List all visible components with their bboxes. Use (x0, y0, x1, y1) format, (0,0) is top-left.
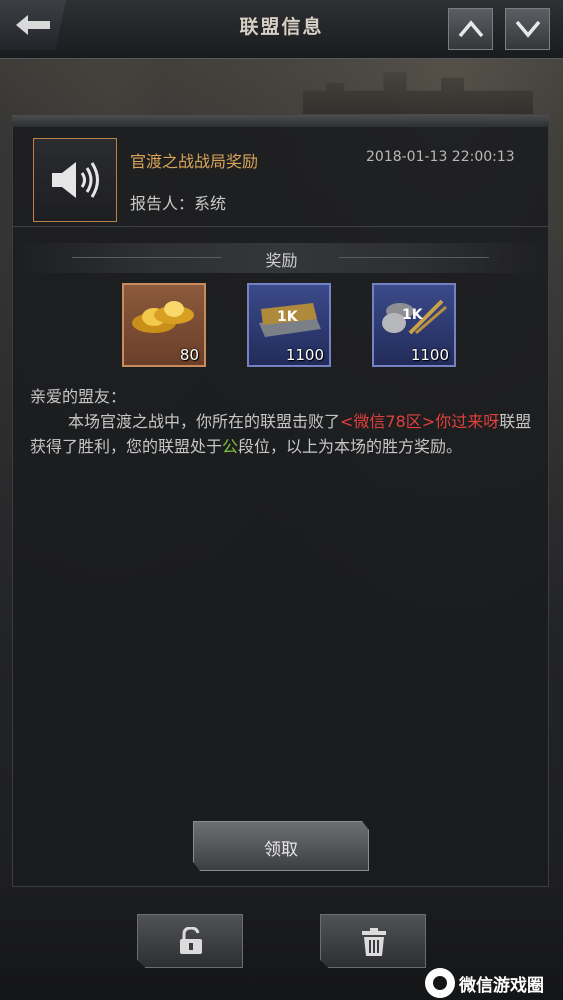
message-part-3: 段位，以上为本场的胜方奖励。 (238, 437, 463, 456)
report-icon-frame (33, 138, 117, 222)
speaker-icon (52, 162, 99, 198)
delete-button[interactable] (320, 914, 426, 968)
greeting: 亲爱的盟友： (30, 387, 127, 406)
rank-label: 公 (222, 437, 239, 456)
reward-item-coin[interactable]: 1K 1100 (372, 283, 456, 367)
watermark-text: 微信游戏圈 (459, 976, 544, 996)
mail-timestamp: 2018-01-13 22:00:13 (366, 149, 515, 165)
mail-body: 亲爱的盟友： 本场官渡之战中，你所在的联盟击败了<微信78区>你过来呀联盟获得了… (30, 384, 535, 459)
reward-item-gold[interactable]: 80 (122, 283, 206, 367)
1k-resource-icon: 1K (259, 303, 321, 337)
next-mail-button[interactable] (505, 8, 550, 50)
reward-count: 1100 (285, 346, 324, 364)
panel-top-border (12, 115, 549, 127)
1k-coin-grain-icon: 1K (382, 299, 447, 335)
reward-count: 1100 (410, 346, 449, 364)
message-paragraph: 本场官渡之战中，你所在的联盟击败了<微信78区>你过来呀联盟获得了胜利，您的联盟… (30, 409, 535, 459)
unlock-icon (180, 927, 202, 954)
reward-count: 80 (179, 346, 199, 364)
rewards-heading: 奖励 (265, 251, 298, 270)
claim-button[interactable]: 领取 (193, 821, 369, 871)
claim-button-label: 领取 (264, 840, 298, 860)
svg-text:1K: 1K (402, 307, 424, 323)
top-bar: 联盟信息 (0, 0, 563, 59)
chevron-up-icon (458, 20, 484, 38)
message-part-1: 本场官渡之战中，你所在的联盟击败了 (68, 412, 341, 431)
watermark: 微信游戏圈 (425, 966, 563, 1000)
enemy-alliance-name: <微信78区>你过来呀 (340, 412, 500, 431)
svg-text:1K: 1K (277, 309, 299, 325)
gold-ingot-icon (132, 301, 194, 333)
mail-panel (12, 115, 549, 887)
mail-title: 官渡之战战局奖励 (130, 152, 259, 171)
unlock-button[interactable] (137, 914, 243, 968)
chevron-down-icon (515, 20, 541, 38)
previous-mail-button[interactable] (448, 8, 493, 50)
trash-icon (362, 928, 386, 956)
mail-reporter: 报告人：系统 (130, 194, 227, 213)
wechat-game-logo-icon (425, 968, 455, 998)
reward-item-resource[interactable]: 1K 1100 (247, 283, 331, 367)
